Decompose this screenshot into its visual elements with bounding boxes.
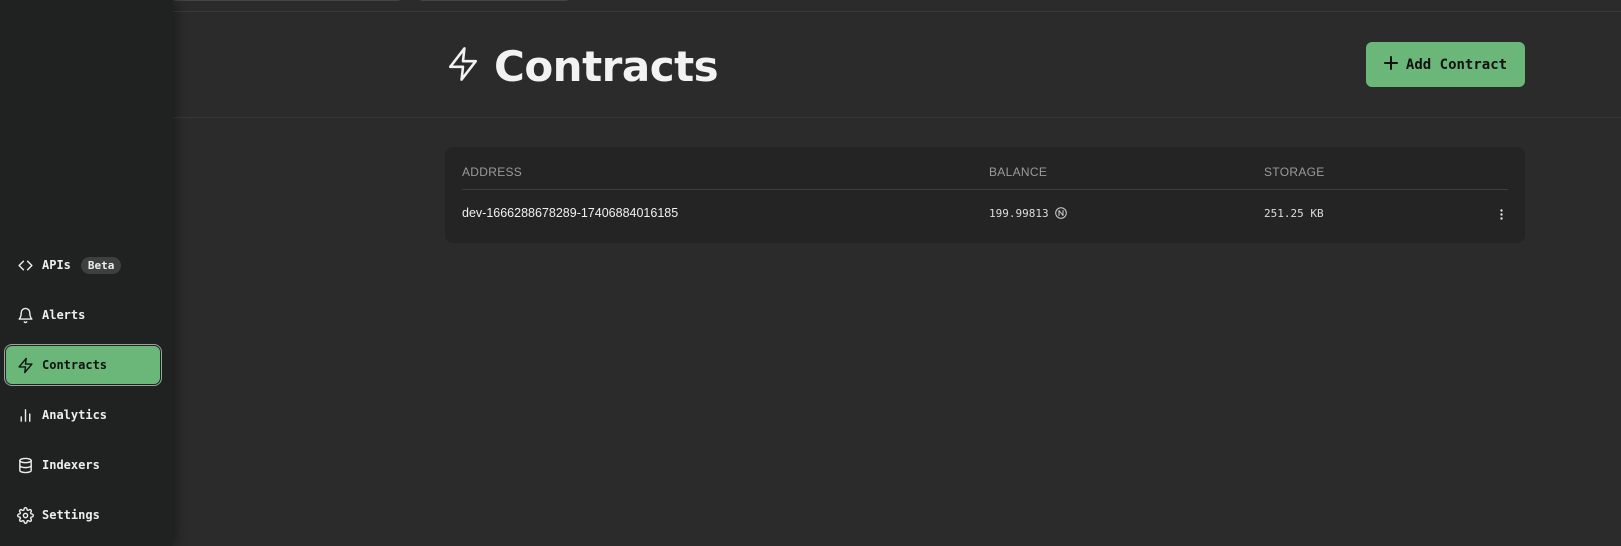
sidebar-item-label: Analytics (42, 408, 108, 422)
top-selector[interactable] (418, 0, 570, 1)
code-icon (16, 256, 34, 274)
near-token-icon (1054, 207, 1067, 222)
sidebar-item-settings[interactable]: Settings (6, 496, 160, 534)
sidebar-item-label: Alerts (42, 308, 86, 322)
sidebar-item-alerts[interactable]: Alerts (6, 296, 160, 334)
column-header-address: ADDRESS (462, 165, 523, 179)
lightning-icon (16, 356, 34, 374)
sidebar: APIs Beta Alerts Contracts Analytics Ind… (0, 0, 172, 546)
contract-address[interactable]: dev-1666288678289-17406884016185 (462, 206, 678, 220)
sidebar-item-analytics[interactable]: Analytics (6, 396, 160, 434)
title-group: Contracts (446, 42, 719, 91)
contract-storage: 251.25 KB (1264, 207, 1324, 220)
page-header: Contracts Add Contract (172, 12, 1621, 118)
sidebar-item-apis[interactable]: APIs Beta (6, 246, 160, 284)
contract-balance: 199.99813 (989, 207, 1067, 222)
contracts-table: ADDRESS BALANCE STORAGE dev-166628867828… (445, 147, 1525, 243)
bell-icon (16, 306, 34, 324)
sidebar-item-contracts[interactable]: Contracts (6, 346, 160, 384)
sidebar-item-label: Contracts (42, 358, 108, 372)
beta-badge: Beta (80, 256, 122, 274)
plus-icon (1383, 55, 1398, 74)
table-row[interactable]: dev-1666288678289-17406884016185 199.998… (462, 191, 1508, 241)
column-header-balance: BALANCE (989, 165, 1048, 179)
lightning-icon (446, 45, 480, 88)
app-root: APIs Beta Alerts Contracts Analytics Ind… (0, 0, 1621, 546)
add-contract-label: Add Contract (1405, 56, 1508, 73)
sidebar-item-indexers[interactable]: Indexers (6, 446, 160, 484)
column-header-storage: STORAGE (1264, 165, 1325, 179)
kebab-menu-icon[interactable] (1494, 205, 1508, 223)
bar-chart-icon (16, 406, 34, 424)
sidebar-item-label: APIs (42, 258, 71, 272)
add-contract-button[interactable]: Add Contract (1366, 42, 1525, 87)
top-selector[interactable] (172, 0, 402, 1)
page-title: Contracts (494, 42, 719, 91)
gear-icon (16, 506, 34, 524)
table-header: ADDRESS BALANCE STORAGE (462, 147, 1508, 190)
top-bar (172, 0, 1621, 12)
database-icon (16, 456, 34, 474)
balance-value: 199.99813 (989, 207, 1049, 220)
sidebar-item-label: Indexers (42, 458, 100, 472)
sidebar-item-label: Settings (42, 508, 100, 522)
